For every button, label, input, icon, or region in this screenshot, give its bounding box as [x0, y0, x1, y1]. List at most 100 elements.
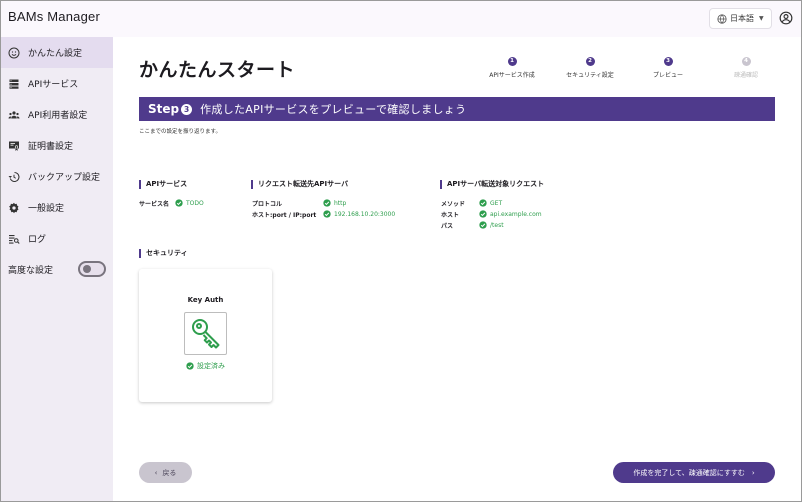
check-circle-icon	[186, 362, 194, 370]
step-number: 4	[741, 57, 751, 66]
toggle-knob	[83, 265, 91, 273]
section-heading-api-service: APIサービス	[139, 180, 187, 189]
certificate-icon	[9, 141, 19, 151]
chevron-down-icon: ▼	[759, 15, 764, 22]
target-host-value: api.example.com	[490, 210, 542, 218]
stepper: 1 APIサービス作成 2 セキュリティ設定 3 プレビュー 4 疎通確認	[473, 57, 783, 87]
card-status-text: 設定済み	[197, 362, 225, 370]
log-icon	[9, 234, 20, 244]
section-heading-security: セキュリティ	[139, 249, 188, 258]
path-row: パス /test	[441, 220, 504, 230]
card-status: 設定済み	[139, 361, 272, 371]
target-host-row: ホスト api.example.com	[441, 209, 542, 219]
app-title: BAMs Manager	[8, 9, 100, 24]
path-label: パス	[441, 222, 454, 230]
step-label: 疎通確認	[733, 72, 758, 79]
method-row: メソッド GET	[441, 198, 502, 208]
language-label: 日本語	[730, 14, 754, 23]
check-circle-icon	[479, 210, 487, 218]
globe-icon	[717, 13, 727, 24]
chevron-right-icon: ›	[751, 468, 755, 477]
card-title: Key Auth	[187, 296, 224, 304]
step-1: 1 APIサービス作成	[473, 57, 551, 79]
complete-and-next-button[interactable]: 作成を完了して、疎通確認にすすむ ›	[613, 462, 775, 483]
target-host-label: ホスト	[441, 211, 460, 219]
method-label: メソッド	[441, 200, 466, 208]
sidebar-item-api-users[interactable]: API利用者設定	[1, 99, 113, 130]
sidebar-item-backup[interactable]: バックアップ設定	[1, 161, 113, 192]
step-label: APIサービス作成	[489, 72, 535, 79]
banner-step-number: 3	[181, 103, 193, 115]
service-name-value-wrap: TODO	[175, 199, 204, 207]
sidebar-item-label: かんたん設定	[28, 49, 83, 59]
forward-host-value-wrap: 192.168.10.20:3000	[323, 210, 395, 218]
main-content: かんたんスタート 1 APIサービス作成 2 セキュリティ設定 3 プレビュー …	[113, 37, 801, 501]
step-number: 3	[663, 57, 673, 66]
smiley-icon	[8, 47, 20, 58]
section-heading-target: APIサーバ転送対象リクエスト	[440, 180, 544, 189]
chevron-left-icon: ‹	[154, 468, 158, 477]
advanced-settings-row: 高度な設定	[8, 258, 108, 280]
forward-host-label: ホスト:port / IP:port	[252, 211, 317, 219]
check-circle-icon	[479, 199, 487, 207]
step-label: セキュリティ設定	[566, 72, 614, 79]
protocol-value: http	[334, 199, 347, 207]
sidebar-item-certificates[interactable]: 証明書設定	[1, 130, 113, 161]
page-title: かんたんスタート	[139, 59, 296, 81]
check-circle-icon	[323, 199, 331, 207]
service-name-row: サービス名 TODO	[139, 198, 204, 208]
back-button-label: 戻る	[162, 468, 177, 477]
section-heading-forward: リクエスト転送先APIサーバ	[251, 180, 348, 189]
gear-icon	[9, 202, 19, 213]
target-host-value-wrap: api.example.com	[479, 210, 542, 218]
sidebar-item-label: バックアップ設定	[28, 173, 101, 183]
step-label: プレビュー	[652, 72, 683, 79]
group-icon	[8, 110, 20, 118]
sidebar-item-logs[interactable]: ログ	[1, 223, 113, 254]
back-button[interactable]: ‹ 戻る	[139, 462, 192, 483]
advanced-settings-label: 高度な設定	[8, 265, 54, 276]
server-icon	[9, 79, 19, 89]
banner-text: 作成したAPIサービスをプレビューで確認しましょう	[200, 103, 467, 116]
app-bar: BAMs Manager 日本語 ▼	[1, 1, 801, 37]
step-number: 1	[507, 57, 517, 66]
service-name-label: サービス名	[139, 200, 170, 208]
forward-host-row: ホスト:port / IP:port 192.168.10.20:3000	[252, 209, 395, 219]
check-circle-icon	[175, 199, 183, 207]
method-value-wrap: GET	[479, 199, 502, 207]
step-3: 3 プレビュー	[629, 57, 707, 79]
sidebar-item-general[interactable]: 一般設定	[1, 192, 113, 223]
check-circle-icon	[323, 210, 331, 218]
account-circle-icon[interactable]	[779, 11, 793, 25]
method-value: GET	[490, 199, 503, 207]
app-window: BAMs Manager 日本語 ▼ かんたん設定 APIサービス API利用者…	[0, 0, 802, 502]
service-name-value: TODO	[186, 199, 204, 207]
sidebar-item-label: 証明書設定	[28, 142, 74, 152]
check-circle-icon	[479, 221, 487, 229]
step-2: 2 セキュリティ設定	[551, 57, 629, 79]
protocol-row: プロトコル http	[252, 198, 346, 208]
sidebar-item-label: APIサービス	[28, 80, 79, 90]
key-icon-box	[184, 312, 227, 355]
sidebar: かんたん設定 APIサービス API利用者設定 証明書設定 バックアップ設定 一…	[1, 37, 113, 501]
forward-host-value: 192.168.10.20:3000	[334, 210, 396, 218]
sidebar-item-easy-setup[interactable]: かんたん設定	[1, 37, 113, 68]
page-subtitle: ここまでの設定を振り返ります。	[139, 129, 221, 135]
step-number: 2	[585, 57, 595, 66]
key-icon	[192, 319, 220, 349]
banner-step-word: Step	[148, 102, 180, 116]
advanced-settings-toggle[interactable]	[78, 261, 106, 277]
path-value: /test	[490, 221, 504, 229]
sidebar-item-api-service[interactable]: APIサービス	[1, 68, 113, 99]
sidebar-item-label: 一般設定	[28, 204, 65, 214]
language-selector[interactable]: 日本語 ▼	[709, 8, 772, 29]
step-banner: Step 3 作成したAPIサービスをプレビューで確認しましょう	[139, 97, 775, 121]
next-button-label: 作成を完了して、疎通確認にすすむ	[633, 468, 745, 477]
sidebar-item-label: API利用者設定	[28, 111, 88, 121]
protocol-value-wrap: http	[323, 199, 346, 207]
protocol-label: プロトコル	[252, 200, 283, 208]
path-value-wrap: /test	[479, 221, 504, 229]
backup-icon	[8, 171, 20, 182]
step-4: 4 疎通確認	[707, 57, 785, 79]
security-card-key-auth[interactable]: Key Auth 設定済み	[139, 269, 272, 402]
